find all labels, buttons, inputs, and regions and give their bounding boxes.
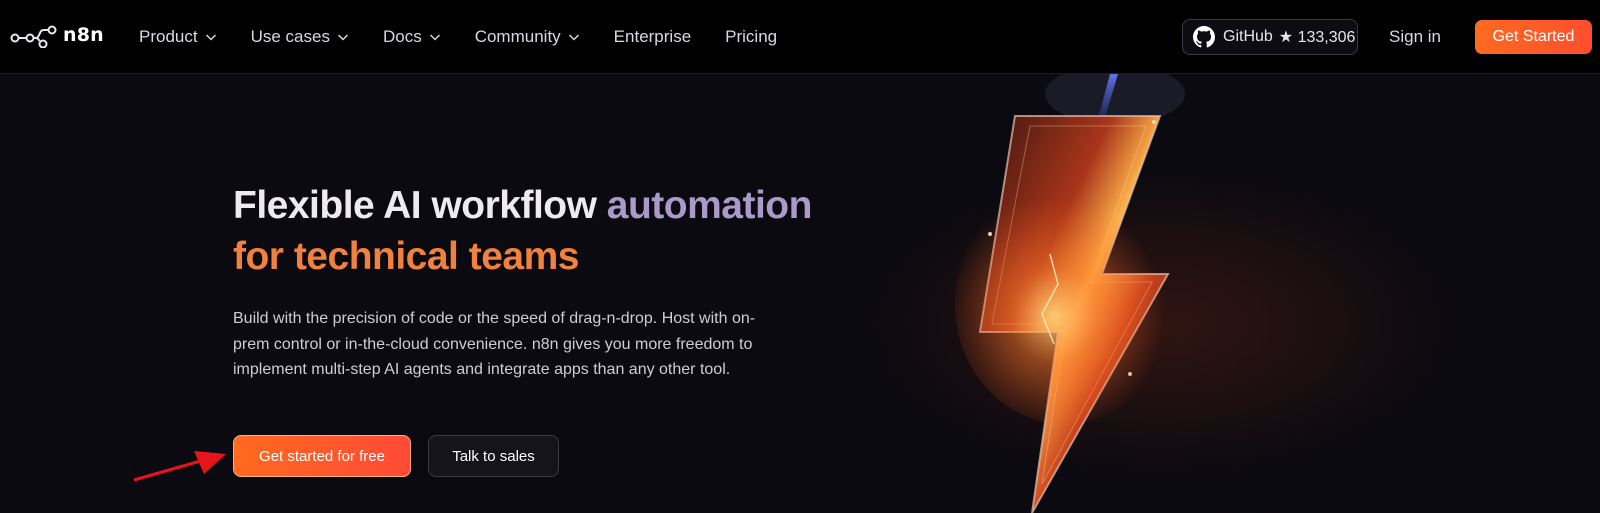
nav-item-use-cases[interactable]: Use cases bbox=[251, 27, 349, 47]
headline-part-orange: for technical teams bbox=[233, 235, 579, 278]
hero-description: Build with the precision of code or the … bbox=[233, 310, 756, 378]
nav-item-label: Docs bbox=[382, 27, 422, 46]
nav-item-product[interactable]: Product bbox=[139, 27, 217, 47]
github-label: GitHub bbox=[1223, 28, 1273, 45]
hero-headline: Flexible AI workflow automation for tech… bbox=[233, 180, 812, 282]
main-menu: Product Use cases Docs Community Enterpr… bbox=[139, 0, 811, 74]
brand-name: n8n bbox=[63, 24, 104, 46]
github-stars: ★ 133,306 bbox=[1278, 29, 1356, 46]
nav-item-label: Use cases bbox=[250, 27, 330, 46]
brand-logo[interactable]: n8n bbox=[10, 22, 104, 48]
top-navbar: n8n Product Use cases Docs Community Ent… bbox=[0, 0, 1600, 74]
nav-item-label: Community bbox=[474, 27, 561, 46]
chevron-down-icon bbox=[429, 34, 440, 41]
nav-item-docs[interactable]: Docs bbox=[383, 27, 441, 47]
get-started-button[interactable]: Get Started bbox=[1475, 20, 1592, 54]
headline-part-purple: automation bbox=[606, 184, 813, 227]
nav-item-pricing[interactable]: Pricing bbox=[725, 27, 777, 47]
chevron-down-icon bbox=[337, 34, 348, 41]
lightning-bolt-icon bbox=[955, 74, 1185, 513]
nav-item-community[interactable]: Community bbox=[475, 27, 580, 47]
nav-item-label: Product bbox=[139, 27, 198, 46]
get-started-free-button[interactable]: Get started for free bbox=[233, 435, 411, 477]
sign-in-link[interactable]: Sign in bbox=[1389, 27, 1441, 47]
github-icon bbox=[1193, 26, 1215, 48]
nav-item-label: Enterprise bbox=[613, 27, 692, 46]
talk-to-sales-button[interactable]: Talk to sales bbox=[428, 435, 559, 477]
chevron-down-icon bbox=[568, 34, 579, 41]
red-arrow-icon bbox=[133, 451, 226, 482]
nav-item-enterprise[interactable]: Enterprise bbox=[614, 27, 691, 47]
github-stars-button[interactable]: GitHub ★ 133,306 bbox=[1182, 19, 1358, 55]
headline-part-white: Flexible AI workflow bbox=[233, 184, 597, 227]
n8n-nodes-logo-icon bbox=[10, 25, 57, 48]
chevron-down-icon bbox=[205, 34, 216, 41]
nav-item-label: Pricing bbox=[725, 27, 778, 46]
